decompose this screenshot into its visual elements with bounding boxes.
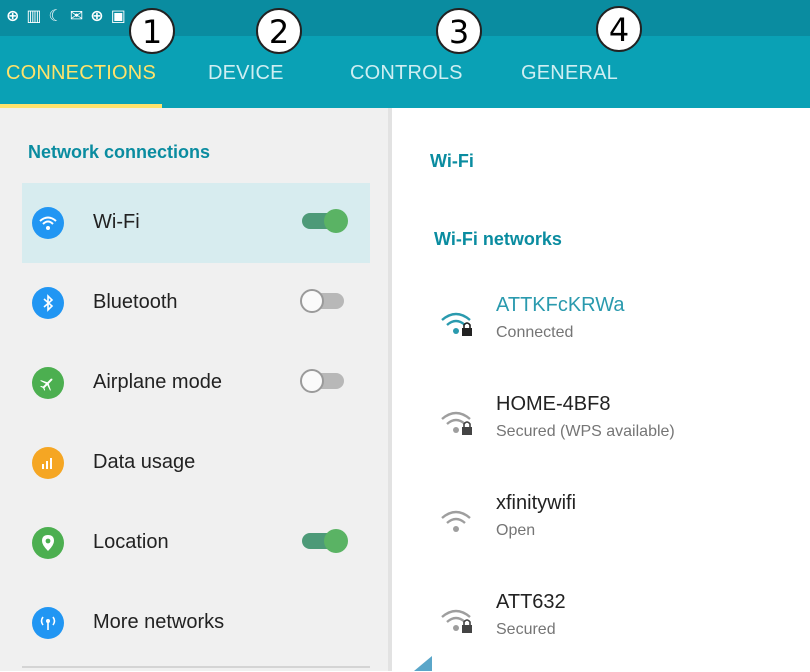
- setting-label: More networks: [93, 611, 225, 633]
- notification-icon: ✉: [69, 6, 84, 25]
- setting-location[interactable]: Location: [22, 503, 370, 583]
- tab-bar: CONNECTIONS DEVICE CONTROLS GENERAL: [0, 36, 810, 108]
- wifi-signal-locked-icon: [441, 411, 472, 435]
- toggle-knob: [300, 369, 324, 393]
- bluetooth-toggle[interactable]: [300, 289, 344, 313]
- network-name: ATT632: [496, 591, 566, 613]
- callout-badge-1: 1: [129, 8, 175, 54]
- toggle-knob: [324, 209, 348, 233]
- settings-list-panel: Network connections Wi-Fi Bluetooth Airp…: [0, 108, 388, 671]
- notification-icon: ☾: [48, 6, 63, 25]
- more-networks-icon: [32, 607, 64, 639]
- setting-label: Wi-Fi: [93, 211, 140, 233]
- network-status: Connected: [496, 324, 574, 341]
- tab-connections[interactable]: CONNECTIONS: [6, 62, 156, 85]
- detail-title: Wi-Fi: [430, 151, 474, 171]
- notification-icons: ⊕ ▥ ☾ ✉ ⊕ ▣: [6, 6, 126, 25]
- tab-device[interactable]: DEVICE: [208, 62, 284, 85]
- callout-badge-3: 3: [436, 8, 482, 54]
- wifi-network-item[interactable]: ATT632 Secured: [432, 591, 792, 671]
- wifi-signal-locked-icon: [441, 312, 472, 336]
- wifi-network-item[interactable]: ATTKFcKRWa Connected: [432, 294, 792, 374]
- network-status: Secured: [496, 621, 556, 638]
- panel-corner-arrow: [414, 656, 432, 671]
- network-status: Open: [496, 522, 536, 539]
- airplane-icon: [32, 367, 64, 399]
- notification-icon: ⊕: [90, 6, 104, 25]
- setting-label: Airplane mode: [93, 371, 222, 393]
- callout-badge-4: 4: [596, 6, 642, 52]
- location-icon: [32, 527, 64, 559]
- network-name: xfinitywifi: [496, 492, 577, 514]
- wifi-signal-locked-icon: [441, 609, 472, 633]
- section-title: Network connections: [28, 142, 211, 162]
- setting-more-networks[interactable]: More networks: [22, 583, 370, 663]
- location-toggle[interactable]: [302, 529, 348, 553]
- notification-icon: ⊕: [6, 6, 20, 25]
- notification-icon: ▣: [110, 6, 126, 25]
- setting-airplane-mode[interactable]: Airplane mode: [22, 343, 370, 423]
- networks-section-title: Wi-Fi networks: [434, 229, 562, 249]
- callout-badge-2: 2: [256, 8, 302, 54]
- data-usage-icon: [32, 447, 64, 479]
- wifi-icon: [32, 207, 64, 239]
- airplane-mode-toggle[interactable]: [300, 369, 344, 393]
- setting-data-usage[interactable]: Data usage: [22, 423, 370, 503]
- toggle-knob: [300, 289, 324, 313]
- toggle-knob: [324, 529, 348, 553]
- network-name: ATTKFcKRWa: [496, 294, 625, 316]
- list-divider: [22, 666, 370, 668]
- setting-label: Data usage: [93, 451, 196, 473]
- wifi-network-item[interactable]: xfinitywifi Open: [432, 492, 792, 572]
- bluetooth-icon: [32, 287, 64, 319]
- wifi-network-item[interactable]: HOME-4BF8 Secured (WPS available): [432, 393, 792, 473]
- status-bar: ⊕ ▥ ☾ ✉ ⊕ ▣: [0, 0, 810, 36]
- network-status: Secured (WPS available): [496, 423, 675, 440]
- network-name: HOME-4BF8: [496, 393, 611, 415]
- wifi-signal-icon: [441, 510, 471, 532]
- wifi-toggle[interactable]: [302, 209, 348, 233]
- tab-general[interactable]: GENERAL: [521, 62, 618, 85]
- setting-label: Bluetooth: [93, 291, 178, 313]
- tab-controls[interactable]: CONTROLS: [350, 62, 463, 85]
- notification-icon: ▥: [26, 6, 42, 25]
- setting-bluetooth[interactable]: Bluetooth: [22, 263, 370, 343]
- wifi-detail-panel: Wi-Fi Wi-Fi networks ATTKFcKRWa Connecte…: [392, 108, 810, 671]
- setting-label: Location: [93, 531, 169, 553]
- setting-wifi[interactable]: Wi-Fi: [22, 183, 370, 263]
